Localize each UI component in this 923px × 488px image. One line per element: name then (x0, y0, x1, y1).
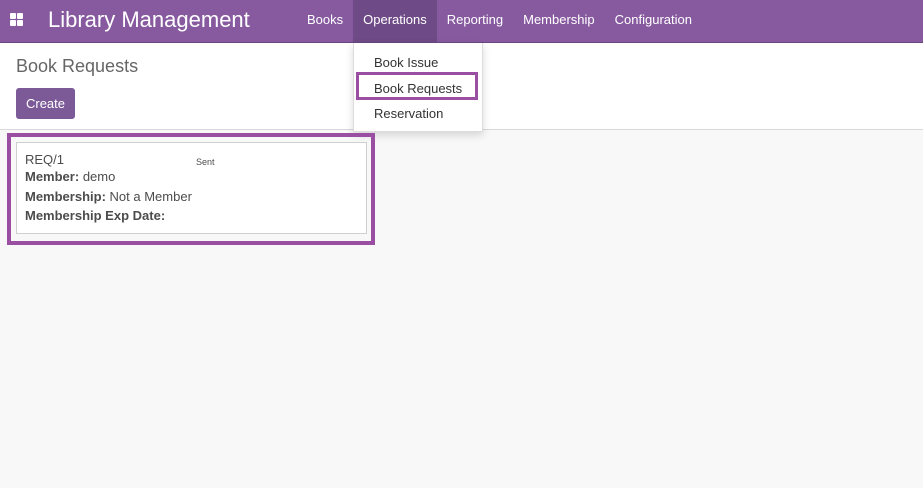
menu-item-operations[interactable]: Operations (353, 0, 437, 42)
operations-dropdown: Book Issue Book Requests Reservation (353, 43, 483, 132)
membership-exp-label: Membership Exp Date: (25, 208, 166, 223)
apps-grid-icon[interactable] (10, 13, 23, 26)
membership-exp-row: Membership Exp Date: (25, 208, 165, 223)
create-button[interactable]: Create (16, 88, 75, 119)
membership-value: Not a Member (109, 189, 192, 204)
membership-label: Membership: (25, 189, 106, 204)
menu-item-reporting[interactable]: Reporting (437, 0, 513, 42)
membership-row: Membership: Not a Member (25, 189, 192, 204)
main-menu: Books Operations Reporting Membership Co… (297, 0, 702, 42)
member-label: Member: (25, 169, 80, 184)
member-value: demo (82, 169, 116, 184)
dropdown-item-book-issue[interactable]: Book Issue (374, 55, 438, 70)
dropdown-item-reservation[interactable]: Reservation (374, 106, 443, 121)
request-reference: REQ/1 (25, 152, 65, 167)
page-title: Book Requests (16, 56, 139, 76)
status-badge: Sent (196, 157, 215, 167)
app-title: Library Management (48, 7, 250, 32)
menu-item-books[interactable]: Books (297, 0, 353, 42)
menu-item-membership[interactable]: Membership (513, 0, 605, 42)
member-row: Member: demo (25, 169, 115, 184)
menu-item-configuration[interactable]: Configuration (605, 0, 702, 42)
top-navbar: Library Management Books Operations Repo… (0, 0, 923, 43)
dropdown-item-book-requests[interactable]: Book Requests (374, 81, 462, 96)
request-card[interactable]: REQ/1 Sent Member: demo Membership: Not … (16, 142, 367, 234)
